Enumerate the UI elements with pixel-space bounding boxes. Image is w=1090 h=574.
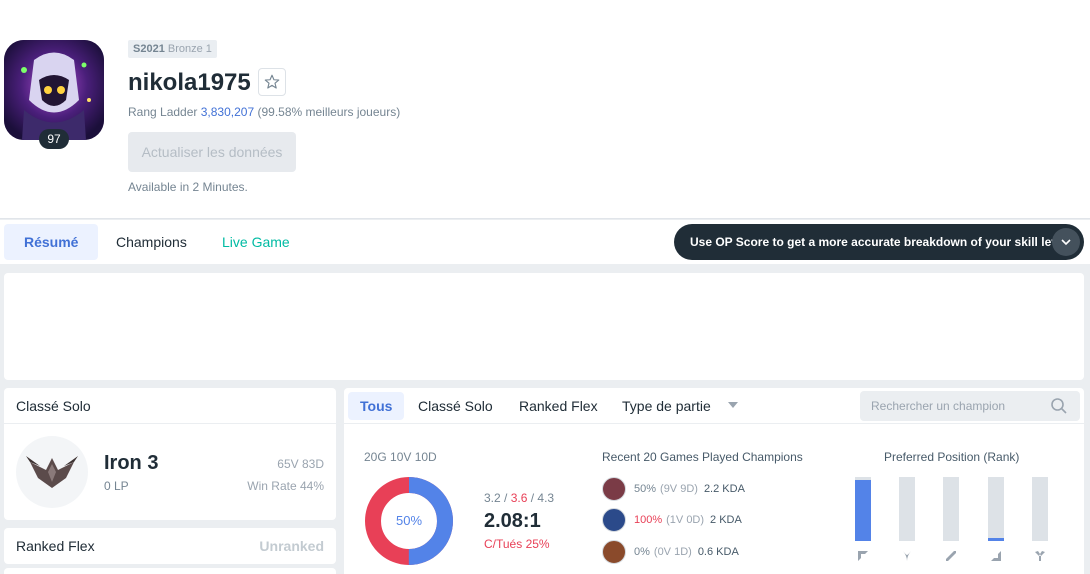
position-bar-adc — [988, 477, 1004, 541]
kda-ratio: 2.08:1 — [484, 510, 541, 532]
champion-portrait — [602, 540, 626, 564]
solo-win-rate: Win Rate 44% — [247, 479, 324, 493]
next-card-edge — [4, 568, 336, 574]
recent-champion-row[interactable]: 0% (0V 1D) 0.6 KDA — [602, 539, 739, 565]
position-support-icon — [1035, 551, 1045, 561]
ranked-solo-title: Classé Solo — [4, 388, 336, 424]
match-summary-card: Tous Classé Solo Ranked Flex Type de par… — [344, 388, 1084, 574]
recent-champion-row[interactable]: 50% (9V 9D) 2.2 KDA — [602, 476, 745, 502]
preferred-position-title: Preferred Position (Rank) — [884, 450, 1020, 464]
tab-summary[interactable]: Résumé — [4, 224, 99, 260]
profile-nav: Résumé Champions Live Game Use OP Score … — [0, 220, 1090, 264]
op-score-banner[interactable]: Use OP Score to get a more accurate brea… — [674, 224, 1084, 260]
champion-search-input[interactable] — [860, 391, 1080, 421]
queue-filter-bar: Tous Classé Solo Ranked Flex Type de par… — [344, 388, 1084, 424]
position-bar-jungle — [899, 477, 915, 541]
filter-game-type[interactable]: Type de partie — [610, 392, 723, 420]
recent-champion-row[interactable]: 100% (1V 0D) 2 KDA — [602, 507, 742, 533]
ad-placeholder — [4, 273, 1084, 380]
search-icon[interactable] — [1050, 397, 1068, 415]
recent-champions-title: Recent 20 Games Played Champions — [602, 450, 803, 464]
ladder-rank: Rang Ladder 3,830,207 (99.58% meilleurs … — [128, 105, 401, 119]
season-badge: S2021 Bronze 1 — [128, 40, 217, 58]
ladder-rank-link[interactable]: 3,830,207 — [201, 105, 254, 119]
games-summary: 20G 10V 10D — [364, 450, 437, 464]
solo-lp: 0 LP — [104, 479, 129, 493]
champion-portrait — [602, 477, 626, 501]
iron-emblem-icon — [16, 436, 88, 508]
chevron-down-icon[interactable] — [728, 402, 738, 408]
position-fill-adc — [988, 538, 1004, 541]
profile-icon-avatar — [4, 40, 104, 140]
flex-status: Unranked — [259, 538, 324, 554]
tab-champions[interactable]: Champions — [96, 224, 207, 260]
refresh-button[interactable]: Actualiser les données — [128, 132, 296, 172]
position-bar-mid — [943, 477, 959, 541]
tab-live-game[interactable]: Live Game — [202, 224, 310, 260]
summoner-name: nikola1975 — [128, 69, 251, 96]
solo-record: 65V 83D — [277, 457, 324, 471]
average-kda: 3.2 / 3.6 / 4.3 — [484, 491, 555, 505]
position-fill-top — [855, 480, 871, 541]
position-bar-support — [1032, 477, 1048, 541]
donut-percent-label: 50% — [396, 513, 422, 528]
position-top-icon — [858, 551, 868, 561]
ranked-flex-card: Ranked Flex Unranked — [4, 528, 336, 564]
op-score-banner-text: Use OP Score to get a more accurate brea… — [690, 235, 1072, 249]
win-rate-donut: 50% — [365, 477, 453, 565]
chevron-down-icon[interactable] — [1052, 228, 1080, 256]
favorite-button[interactable] — [258, 68, 286, 96]
solo-tier: Iron 3 — [104, 452, 159, 474]
filter-all[interactable]: Tous — [348, 392, 405, 420]
star-icon — [264, 74, 280, 89]
position-jungle-icon — [903, 551, 911, 561]
refresh-availability: Available in 2 Minutes. — [128, 180, 248, 194]
position-mid-icon — [946, 551, 956, 561]
position-bar-top — [855, 477, 871, 541]
position-adc-icon — [991, 551, 1001, 561]
profile-header: 97 S2021 Bronze 1 nikola1975 Rang Ladder… — [0, 0, 1090, 219]
kill-participation: C/Tués 25% — [484, 537, 550, 551]
filter-ranked-solo[interactable]: Classé Solo — [406, 392, 505, 420]
ranked-solo-card: Classé Solo Iron 3 0 LP 65V 83D Win Rate… — [4, 388, 336, 520]
level-badge: 97 — [39, 129, 69, 149]
champion-portrait — [602, 508, 626, 532]
filter-ranked-flex[interactable]: Ranked Flex — [507, 392, 610, 420]
